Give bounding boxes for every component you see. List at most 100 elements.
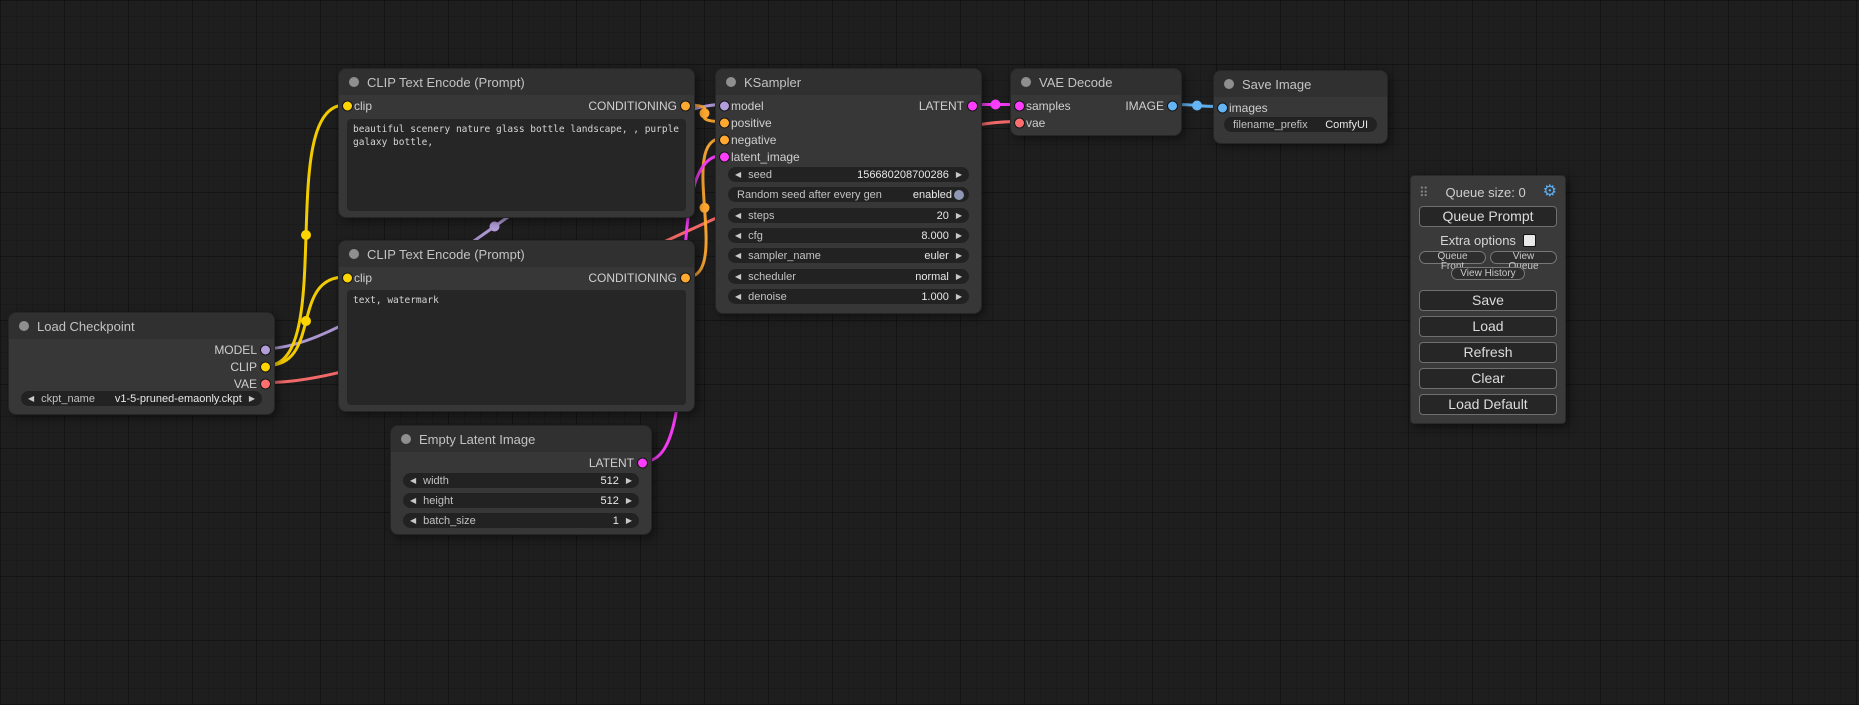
increment-arrow-icon[interactable]: ▶ bbox=[626, 497, 632, 505]
increment-arrow-icon[interactable]: ▶ bbox=[626, 517, 632, 525]
collapse-dot-icon[interactable] bbox=[349, 249, 359, 259]
input-dot-model[interactable] bbox=[719, 100, 730, 111]
increment-arrow-icon[interactable]: ▶ bbox=[956, 252, 962, 260]
output-dot-latent[interactable] bbox=[637, 457, 648, 468]
widget-filename-prefix[interactable]: filename_prefix ComfyUI bbox=[1224, 117, 1377, 132]
decrement-arrow-icon[interactable]: ◀ bbox=[735, 212, 741, 220]
node-clip-text-encode-negative[interactable]: CLIP Text Encode (Prompt) clip CONDITION… bbox=[338, 240, 695, 412]
input-slot-positive[interactable]: positive bbox=[716, 114, 772, 131]
decrement-arrow-icon[interactable]: ◀ bbox=[735, 171, 741, 179]
output-slot-image[interactable]: IMAGE bbox=[1125, 97, 1181, 114]
node-title-bar[interactable]: Empty Latent Image bbox=[391, 426, 651, 452]
link-midpoint-dot[interactable] bbox=[301, 230, 311, 240]
input-slot-latent-image[interactable]: latent_image bbox=[716, 148, 800, 165]
widget-height[interactable]: ◀ height 512 ▶ bbox=[403, 493, 639, 508]
output-slot-latent[interactable]: LATENT bbox=[919, 97, 981, 114]
increment-arrow-icon[interactable]: ▶ bbox=[956, 232, 962, 240]
widget-ckpt-name[interactable]: ◀ ckpt_name v1-5-pruned-emaonly.ckpt ▶ bbox=[21, 391, 262, 406]
input-slot-images[interactable]: images bbox=[1214, 99, 1268, 116]
clear-button[interactable]: Clear bbox=[1419, 368, 1557, 389]
input-dot-positive[interactable] bbox=[719, 117, 730, 128]
prompt-textarea[interactable]: text, watermark bbox=[347, 290, 686, 405]
link-midpoint-dot[interactable] bbox=[1192, 101, 1202, 111]
view-history-button[interactable]: View History bbox=[1451, 267, 1524, 280]
input-slot-samples[interactable]: samples bbox=[1011, 97, 1071, 114]
output-dot-vae[interactable] bbox=[260, 378, 271, 389]
output-dot-latent[interactable] bbox=[967, 100, 978, 111]
output-slot-conditioning[interactable]: CONDITIONING bbox=[588, 97, 694, 114]
node-load-checkpoint[interactable]: Load Checkpoint MODEL CLIP VAE ◀ ckpt_na… bbox=[8, 312, 275, 415]
node-ksampler[interactable]: KSampler model positive negative latent_… bbox=[715, 68, 982, 314]
collapse-dot-icon[interactable] bbox=[349, 77, 359, 87]
node-title-bar[interactable]: Save Image bbox=[1214, 71, 1387, 97]
link-midpoint-dot[interactable] bbox=[991, 100, 1001, 110]
queue-prompt-button[interactable]: Queue Prompt bbox=[1419, 206, 1557, 227]
refresh-button[interactable]: Refresh bbox=[1419, 342, 1557, 363]
output-slot-clip[interactable]: CLIP bbox=[230, 358, 274, 375]
input-dot-images[interactable] bbox=[1217, 102, 1228, 113]
decrement-arrow-icon[interactable]: ◀ bbox=[28, 395, 34, 403]
widget-cfg[interactable]: ◀ cfg 8.000 ▶ bbox=[728, 228, 969, 243]
widget-seed[interactable]: ◀ seed 156680208700286 ▶ bbox=[728, 167, 969, 182]
collapse-dot-icon[interactable] bbox=[401, 434, 411, 444]
output-dot-image[interactable] bbox=[1167, 100, 1178, 111]
widget-sampler-name[interactable]: ◀ sampler_name euler ▶ bbox=[728, 248, 969, 263]
output-slot-model[interactable]: MODEL bbox=[214, 341, 274, 358]
collapse-dot-icon[interactable] bbox=[1021, 77, 1031, 87]
decrement-arrow-icon[interactable]: ◀ bbox=[735, 232, 741, 240]
input-slot-model[interactable]: model bbox=[716, 97, 764, 114]
collapse-dot-icon[interactable] bbox=[726, 77, 736, 87]
node-empty-latent-image[interactable]: Empty Latent Image LATENT ◀ width 512 ▶ … bbox=[390, 425, 652, 535]
increment-arrow-icon[interactable]: ▶ bbox=[249, 395, 255, 403]
collapse-dot-icon[interactable] bbox=[1224, 79, 1234, 89]
output-slot-conditioning[interactable]: CONDITIONING bbox=[588, 269, 694, 286]
node-title-bar[interactable]: VAE Decode bbox=[1011, 69, 1181, 95]
drag-handle-icon[interactable]: ⠿ bbox=[1419, 186, 1429, 199]
input-dot-latent-image[interactable] bbox=[719, 151, 730, 162]
node-graph-canvas[interactable]: Load Checkpoint MODEL CLIP VAE ◀ ckpt_na… bbox=[0, 0, 1859, 705]
decrement-arrow-icon[interactable]: ◀ bbox=[410, 477, 416, 485]
load-default-button[interactable]: Load Default bbox=[1419, 394, 1557, 415]
queue-front-button[interactable]: Queue Front bbox=[1419, 251, 1486, 264]
input-dot-clip[interactable] bbox=[342, 272, 353, 283]
widget-random-seed-toggle[interactable]: Random seed after every gen enabled bbox=[728, 187, 969, 202]
node-title-bar[interactable]: KSampler bbox=[716, 69, 981, 95]
node-title-bar[interactable]: CLIP Text Encode (Prompt) bbox=[339, 69, 694, 95]
load-button[interactable]: Load bbox=[1419, 316, 1557, 337]
widget-batch-size[interactable]: ◀ batch_size 1 ▶ bbox=[403, 513, 639, 528]
increment-arrow-icon[interactable]: ▶ bbox=[956, 212, 962, 220]
output-dot-model[interactable] bbox=[260, 344, 271, 355]
output-slot-latent[interactable]: LATENT bbox=[589, 454, 651, 471]
link-midpoint-dot[interactable] bbox=[700, 108, 710, 118]
decrement-arrow-icon[interactable]: ◀ bbox=[735, 252, 741, 260]
collapse-dot-icon[interactable] bbox=[19, 321, 29, 331]
input-dot-negative[interactable] bbox=[719, 134, 730, 145]
increment-arrow-icon[interactable]: ▶ bbox=[956, 293, 962, 301]
node-title-bar[interactable]: CLIP Text Encode (Prompt) bbox=[339, 241, 694, 267]
increment-arrow-icon[interactable]: ▶ bbox=[956, 171, 962, 179]
save-button[interactable]: Save bbox=[1419, 290, 1557, 311]
extra-options-checkbox[interactable] bbox=[1523, 234, 1536, 247]
link-midpoint-dot[interactable] bbox=[301, 316, 311, 326]
widget-denoise[interactable]: ◀ denoise 1.000 ▶ bbox=[728, 289, 969, 304]
widget-scheduler[interactable]: ◀ scheduler normal ▶ bbox=[728, 269, 969, 284]
node-save-image[interactable]: Save Image images filename_prefix ComfyU… bbox=[1213, 70, 1388, 144]
increment-arrow-icon[interactable]: ▶ bbox=[956, 273, 962, 281]
prompt-textarea[interactable]: beautiful scenery nature glass bottle la… bbox=[347, 119, 686, 211]
node-clip-text-encode-positive[interactable]: CLIP Text Encode (Prompt) clip CONDITION… bbox=[338, 68, 695, 218]
widget-steps[interactable]: ◀ steps 20 ▶ bbox=[728, 208, 969, 223]
output-slot-vae[interactable]: VAE bbox=[234, 375, 274, 392]
decrement-arrow-icon[interactable]: ◀ bbox=[410, 517, 416, 525]
increment-arrow-icon[interactable]: ▶ bbox=[626, 477, 632, 485]
input-dot-samples[interactable] bbox=[1014, 100, 1025, 111]
output-dot-conditioning[interactable] bbox=[680, 272, 691, 283]
output-dot-clip[interactable] bbox=[260, 361, 271, 372]
link-midpoint-dot[interactable] bbox=[490, 222, 500, 232]
input-slot-vae[interactable]: vae bbox=[1011, 114, 1045, 131]
input-slot-negative[interactable]: negative bbox=[716, 131, 776, 148]
decrement-arrow-icon[interactable]: ◀ bbox=[410, 497, 416, 505]
link-midpoint-dot[interactable] bbox=[700, 203, 710, 213]
decrement-arrow-icon[interactable]: ◀ bbox=[735, 293, 741, 301]
settings-gear-icon[interactable]: ⚙ bbox=[1543, 184, 1557, 200]
input-dot-vae[interactable] bbox=[1014, 117, 1025, 128]
